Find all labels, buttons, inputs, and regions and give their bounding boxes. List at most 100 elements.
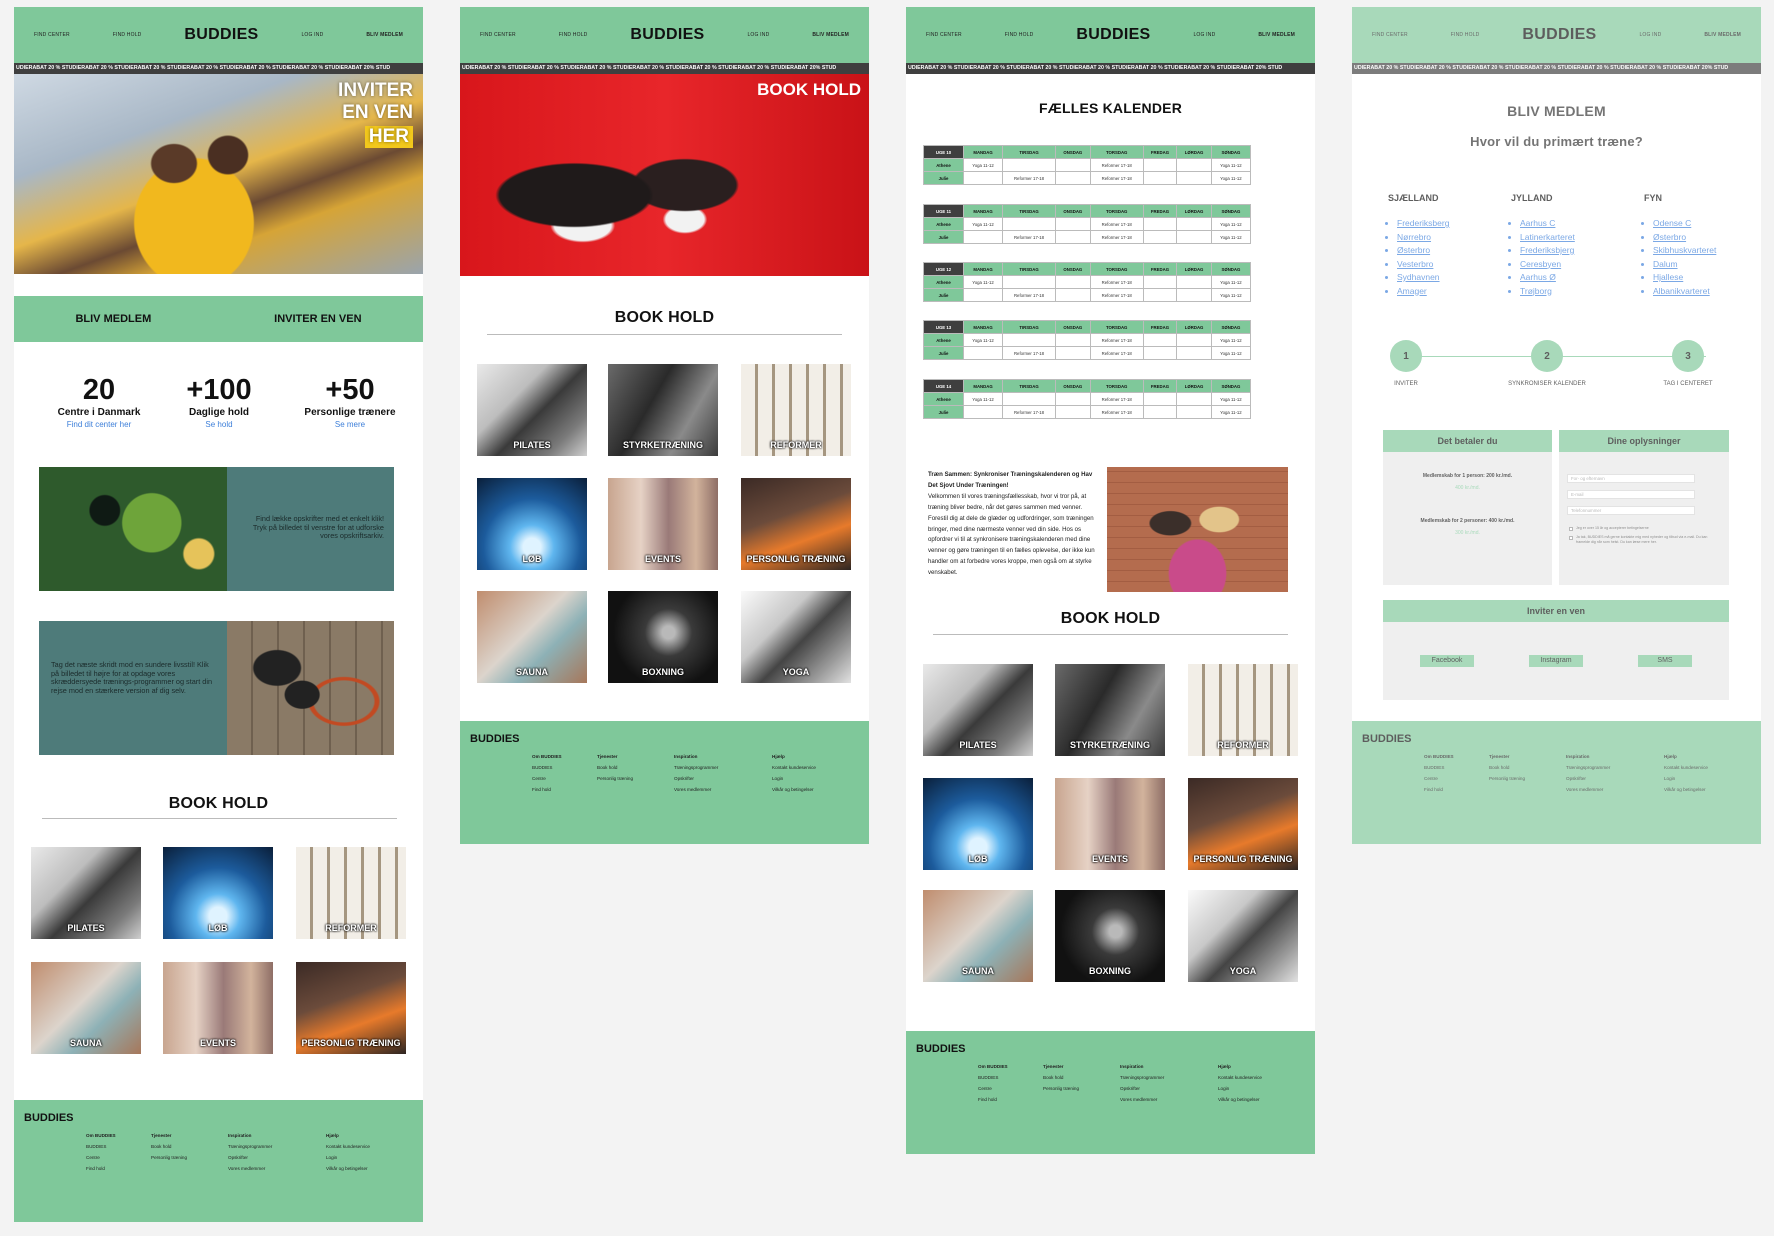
footer-logo[interactable]: BUDDIES bbox=[1362, 733, 1412, 745]
share-instagram-button[interactable]: Instagram bbox=[1529, 655, 1583, 667]
calendar-cell[interactable] bbox=[1176, 346, 1212, 360]
calendar-cell[interactable]: Reformer 17-18 bbox=[1089, 230, 1144, 244]
city-link[interactable]: Latinerkarteret bbox=[1520, 231, 1575, 245]
stat-link[interactable]: Se mere bbox=[290, 420, 410, 429]
invite-friend-button[interactable]: INVITER EN VEN bbox=[274, 313, 361, 325]
footer-link[interactable]: Book hold bbox=[1043, 1072, 1079, 1083]
nav-login[interactable]: LOG IND bbox=[1639, 32, 1661, 38]
calendar-cell[interactable] bbox=[1054, 333, 1091, 347]
footer-link[interactable]: Book hold bbox=[151, 1141, 187, 1152]
class-tile-yoga[interactable]: YOGA bbox=[741, 591, 851, 683]
calendar-cell[interactable] bbox=[1142, 230, 1178, 244]
calendar-cell[interactable]: Yoga 11-12 bbox=[962, 392, 1004, 406]
calendar-cell[interactable] bbox=[1054, 346, 1091, 360]
footer-link[interactable]: Personlig træning bbox=[1043, 1083, 1079, 1094]
footer-link[interactable]: Opskrifter bbox=[674, 773, 718, 784]
class-tile-styrke[interactable]: STYRKETRÆNING bbox=[608, 364, 718, 456]
calendar-cell[interactable]: Yoga 11-12 bbox=[1210, 346, 1252, 360]
class-tile-reformer[interactable]: REFORMER bbox=[296, 847, 406, 939]
terms-checkbox[interactable] bbox=[1569, 527, 1573, 531]
footer-link[interactable]: Personlig træning bbox=[151, 1152, 187, 1163]
footer-link[interactable]: Træningsprogrammer bbox=[674, 762, 718, 773]
calendar-cell[interactable]: Yoga 11-12 bbox=[962, 158, 1004, 172]
calendar-cell[interactable] bbox=[1054, 230, 1091, 244]
city-link[interactable]: Trøjborg bbox=[1520, 285, 1575, 299]
footer-link[interactable]: Træningsprogrammer bbox=[1566, 762, 1610, 773]
nav-find-center[interactable]: FIND CENTER bbox=[926, 32, 962, 38]
calendar-cell[interactable] bbox=[1054, 171, 1091, 185]
footer-link[interactable]: BUDDIES bbox=[978, 1072, 1008, 1083]
phone-field[interactable]: Telefonnummer bbox=[1567, 506, 1695, 515]
footer-link[interactable]: BUDDIES bbox=[86, 1141, 116, 1152]
site-logo[interactable]: BUDDIES bbox=[184, 26, 258, 44]
city-link[interactable]: Vesterbro bbox=[1397, 258, 1449, 272]
calendar-cell[interactable]: Reformer 17-18 bbox=[1002, 405, 1056, 419]
calendar-cell[interactable] bbox=[1002, 392, 1056, 406]
nav-become-member[interactable]: BLIV MEDLEM bbox=[366, 32, 403, 38]
nav-find-hold[interactable]: FIND HOLD bbox=[559, 32, 588, 38]
footer-link[interactable]: Find hold bbox=[978, 1094, 1008, 1105]
nav-become-member[interactable]: BLIV MEDLEM bbox=[1258, 32, 1295, 38]
footer-link[interactable]: Vilkår og betingelser bbox=[1664, 784, 1708, 795]
footer-link[interactable]: Vilkår og betingelser bbox=[772, 784, 816, 795]
footer-link[interactable]: Book hold bbox=[597, 762, 633, 773]
footer-link[interactable]: Træningsprogrammer bbox=[228, 1141, 272, 1152]
footer-link[interactable]: Træningsprogrammer bbox=[1120, 1072, 1164, 1083]
footer-link[interactable]: Login bbox=[1218, 1083, 1262, 1094]
city-link[interactable]: Dalum bbox=[1653, 258, 1716, 272]
footer-link[interactable]: Personlig træning bbox=[597, 773, 633, 784]
footer-link[interactable]: Find hold bbox=[86, 1163, 116, 1174]
city-link[interactable]: Aarhus Ø bbox=[1520, 271, 1575, 285]
calendar-cell[interactable] bbox=[1002, 333, 1056, 347]
calendar-cell[interactable]: Yoga 11-12 bbox=[1210, 275, 1252, 289]
city-link[interactable]: Østerbro bbox=[1653, 231, 1716, 245]
calendar-cell[interactable] bbox=[962, 346, 1004, 360]
footer-logo[interactable]: BUDDIES bbox=[24, 1112, 74, 1124]
calendar-cell[interactable]: Yoga 11-12 bbox=[1210, 217, 1252, 231]
programs-banner[interactable]: Tag det næste skridt mod en sundere livs… bbox=[39, 621, 394, 755]
footer-link[interactable]: Vores medlemmer bbox=[1120, 1094, 1164, 1105]
nav-become-member[interactable]: BLIV MEDLEM bbox=[1704, 32, 1741, 38]
class-tile-events[interactable]: EVENTS bbox=[163, 962, 273, 1054]
city-link[interactable]: Amager bbox=[1397, 285, 1449, 299]
city-link[interactable]: Hjallese bbox=[1653, 271, 1716, 285]
calendar-cell[interactable] bbox=[1142, 171, 1178, 185]
class-tile-pilates[interactable]: PILATES bbox=[923, 664, 1033, 756]
calendar-cell[interactable]: Reformer 17-18 bbox=[1002, 288, 1056, 302]
calendar-cell[interactable]: Yoga 11-12 bbox=[962, 333, 1004, 347]
calendar-cell[interactable] bbox=[1142, 288, 1178, 302]
class-tile-events[interactable]: EVENTS bbox=[608, 478, 718, 570]
city-link[interactable]: Frederiksberg bbox=[1397, 217, 1449, 231]
city-link[interactable]: Sydhavnen bbox=[1397, 271, 1449, 285]
calendar-cell[interactable] bbox=[1176, 392, 1212, 406]
calendar-cell[interactable] bbox=[962, 288, 1004, 302]
footer-link[interactable]: Personlig træning bbox=[1489, 773, 1525, 784]
name-field[interactable]: For- og efternavn bbox=[1567, 474, 1695, 483]
calendar-cell[interactable] bbox=[962, 171, 1004, 185]
calendar-cell[interactable]: Yoga 11-12 bbox=[1210, 230, 1252, 244]
calendar-cell[interactable] bbox=[962, 405, 1004, 419]
calendar-cell[interactable] bbox=[1176, 333, 1212, 347]
class-tile-yoga[interactable]: YOGA bbox=[1188, 890, 1298, 982]
calendar-cell[interactable] bbox=[1176, 405, 1212, 419]
class-tile-reformer[interactable]: REFORMER bbox=[1188, 664, 1298, 756]
class-tile-sauna[interactable]: SAUNA bbox=[477, 591, 587, 683]
calendar-cell[interactable]: Reformer 17-18 bbox=[1089, 288, 1144, 302]
footer-link[interactable]: Centre bbox=[1424, 773, 1454, 784]
footer-link[interactable]: Vores medlemmer bbox=[228, 1163, 272, 1174]
marketing-checkbox[interactable] bbox=[1569, 536, 1573, 540]
calendar-cell[interactable]: Reformer 17-18 bbox=[1002, 346, 1056, 360]
programs-image[interactable] bbox=[227, 621, 394, 755]
city-link[interactable]: Aarhus C bbox=[1520, 217, 1575, 231]
class-tile-boxning[interactable]: BOXNING bbox=[608, 591, 718, 683]
footer-link[interactable]: Vilkår og betingelser bbox=[1218, 1094, 1262, 1105]
calendar-cell[interactable]: Yoga 11-12 bbox=[1210, 405, 1252, 419]
class-tile-personlig[interactable]: PERSONLIG TRÆNING bbox=[296, 962, 406, 1054]
nav-find-center[interactable]: FIND CENTER bbox=[480, 32, 516, 38]
nav-find-center[interactable]: FIND CENTER bbox=[1372, 32, 1408, 38]
share-facebook-button[interactable]: Facebook bbox=[1420, 655, 1474, 667]
calendar-cell[interactable] bbox=[1054, 158, 1091, 172]
class-tile-reformer[interactable]: REFORMER bbox=[741, 364, 851, 456]
nav-find-hold[interactable]: FIND HOLD bbox=[1451, 32, 1480, 38]
calendar-cell[interactable]: Reformer 17-18 bbox=[1089, 217, 1144, 231]
